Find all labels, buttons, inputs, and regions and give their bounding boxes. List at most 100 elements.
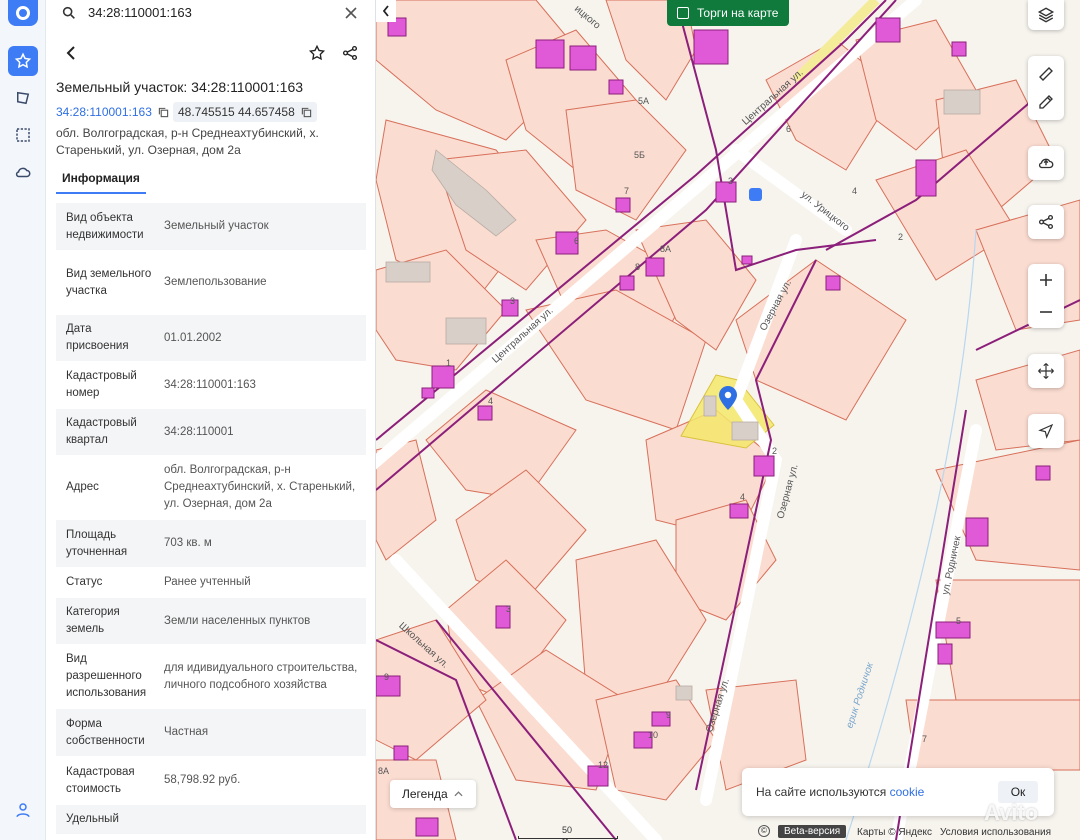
app-logo[interactable] bbox=[8, 0, 38, 26]
house-number: 5Б bbox=[634, 150, 645, 160]
zoom-in-button[interactable] bbox=[1028, 264, 1064, 296]
property-row: Статус Ранее учтенный bbox=[56, 567, 366, 597]
back-button[interactable] bbox=[60, 42, 82, 64]
coordinates-text: 48.745515 44.657458 bbox=[178, 105, 295, 119]
edit-icon[interactable] bbox=[1037, 93, 1055, 111]
polygon-rail-button[interactable] bbox=[8, 83, 38, 113]
select-area-rail-button[interactable] bbox=[8, 120, 38, 150]
beta-badge: Beta-версия bbox=[778, 825, 847, 838]
location-pin-icon[interactable] bbox=[719, 386, 737, 410]
properties-table: Вид объекта недвижимости Земельный участо… bbox=[56, 202, 366, 834]
coordinates-chip[interactable]: 48.745515 44.657458 bbox=[173, 102, 317, 122]
copy-icon[interactable] bbox=[301, 107, 312, 118]
profile-rail-button[interactable] bbox=[8, 795, 38, 825]
search-bar[interactable]: 34:28:110001:163 bbox=[46, 0, 375, 26]
property-value: 01.01.2002 bbox=[164, 331, 222, 344]
favorites-rail-button[interactable] bbox=[8, 46, 38, 76]
house-number: 4 bbox=[488, 396, 494, 406]
building bbox=[1035, 465, 1051, 481]
watermark: Avito bbox=[984, 800, 1039, 825]
building bbox=[393, 745, 409, 761]
parcel-address: обл. Волгоградская, р-н Среднеахтубински… bbox=[56, 126, 319, 157]
building bbox=[937, 643, 953, 665]
cadastral-number-text[interactable]: 34:28:110001:163 bbox=[56, 105, 152, 119]
property-value: Земли населенных пунктов bbox=[164, 614, 311, 627]
property-row: Кадастровый квартал 34:28:110001 bbox=[56, 408, 366, 455]
cookie-link[interactable]: cookie bbox=[890, 785, 925, 799]
property-value: Ранее учтенный bbox=[164, 576, 251, 588]
map-share-button[interactable] bbox=[1028, 205, 1064, 239]
property-value: Землепользование bbox=[164, 276, 267, 288]
property-key: Площадь уточненная bbox=[66, 528, 128, 558]
parcel bbox=[905, 699, 1080, 771]
building bbox=[608, 79, 624, 95]
app: 34:28:110001:163 Земельный участок: 34:2… bbox=[0, 0, 1080, 840]
selection-icon bbox=[16, 128, 30, 142]
house-number: 10 bbox=[648, 730, 659, 740]
move-icon bbox=[1038, 363, 1054, 379]
building bbox=[753, 455, 775, 477]
building bbox=[729, 503, 749, 519]
pan-button[interactable] bbox=[1028, 354, 1064, 388]
house-number: 5 bbox=[956, 616, 962, 626]
geolocate-button[interactable] bbox=[1028, 414, 1064, 448]
property-value: для идивидуального строительства, личног… bbox=[164, 661, 358, 691]
structure bbox=[385, 261, 431, 283]
building bbox=[645, 257, 665, 277]
search-input[interactable]: 34:28:110001:163 bbox=[88, 5, 192, 20]
star-icon bbox=[14, 52, 32, 69]
icon-rail bbox=[0, 0, 46, 840]
cloud-rail-button[interactable] bbox=[8, 157, 38, 187]
building bbox=[535, 39, 565, 69]
copyright-icon: © bbox=[758, 825, 770, 837]
building bbox=[431, 365, 455, 389]
search-icon bbox=[60, 4, 78, 22]
favorite-button[interactable] bbox=[304, 41, 330, 65]
tab-information[interactable]: Информация bbox=[56, 168, 146, 194]
navigation-arrow-icon bbox=[1038, 423, 1054, 439]
cadastral-map[interactable]: Центральная ул. Центральная ул. ицкого у… bbox=[376, 0, 1080, 840]
map-canvas[interactable] bbox=[376, 0, 1080, 840]
house-number: 1 bbox=[446, 358, 452, 368]
layers-button[interactable] bbox=[1028, 0, 1064, 30]
building bbox=[951, 41, 967, 57]
cookie-message: На сайте используются bbox=[756, 785, 887, 799]
chevron-left-icon bbox=[66, 46, 75, 60]
auction-toggle[interactable]: Торги на карте bbox=[667, 0, 789, 26]
info-panel: 34:28:110001:163 Земельный участок: 34:2… bbox=[46, 0, 376, 840]
property-row: Вид объекта недвижимости Земельный участо… bbox=[56, 202, 366, 250]
building bbox=[615, 197, 631, 213]
structure bbox=[703, 395, 717, 417]
clear-search-button[interactable] bbox=[342, 4, 360, 22]
property-row: Удельный bbox=[56, 804, 366, 834]
property-key: Категория земель bbox=[66, 606, 120, 635]
terms-link[interactable]: Условия использования bbox=[940, 827, 1051, 838]
property-key: Кадастровый номер bbox=[66, 370, 137, 399]
cadastral-number-link[interactable]: 34:28:110001:163 bbox=[56, 102, 169, 122]
legend-label: Легенда bbox=[402, 787, 448, 801]
building bbox=[965, 517, 989, 547]
upload-button[interactable] bbox=[1028, 146, 1064, 180]
auction-checkbox[interactable] bbox=[677, 7, 689, 19]
property-value: Земельный участок bbox=[164, 220, 269, 232]
legend-button[interactable]: Легенда bbox=[390, 780, 476, 808]
parcel-title: Земельный участок: 34:28:110001:163 bbox=[56, 79, 304, 95]
copy-icon[interactable] bbox=[158, 107, 169, 118]
house-number: 8А bbox=[660, 244, 672, 254]
house-number: 3 bbox=[510, 296, 516, 306]
share-button[interactable] bbox=[337, 41, 363, 65]
property-value: Частная bbox=[164, 726, 209, 738]
property-value: 703 кв. м bbox=[164, 537, 212, 549]
polygon-icon bbox=[17, 91, 30, 105]
house-number: 4 bbox=[740, 492, 746, 502]
ruler-icon[interactable] bbox=[1037, 65, 1055, 83]
bus-stop-icon[interactable] bbox=[749, 188, 762, 201]
collapse-panel-button[interactable] bbox=[376, 0, 396, 22]
zoom-out-button[interactable] bbox=[1028, 296, 1064, 328]
property-row: Вид разрешенного использования для идивид… bbox=[56, 644, 366, 708]
attribution-text[interactable]: Карты © Яндекс bbox=[857, 827, 932, 838]
star-icon bbox=[308, 44, 326, 61]
cloud-upload-icon bbox=[1038, 158, 1054, 169]
house-number: 8 bbox=[635, 262, 641, 272]
cloud-icon bbox=[15, 167, 31, 178]
